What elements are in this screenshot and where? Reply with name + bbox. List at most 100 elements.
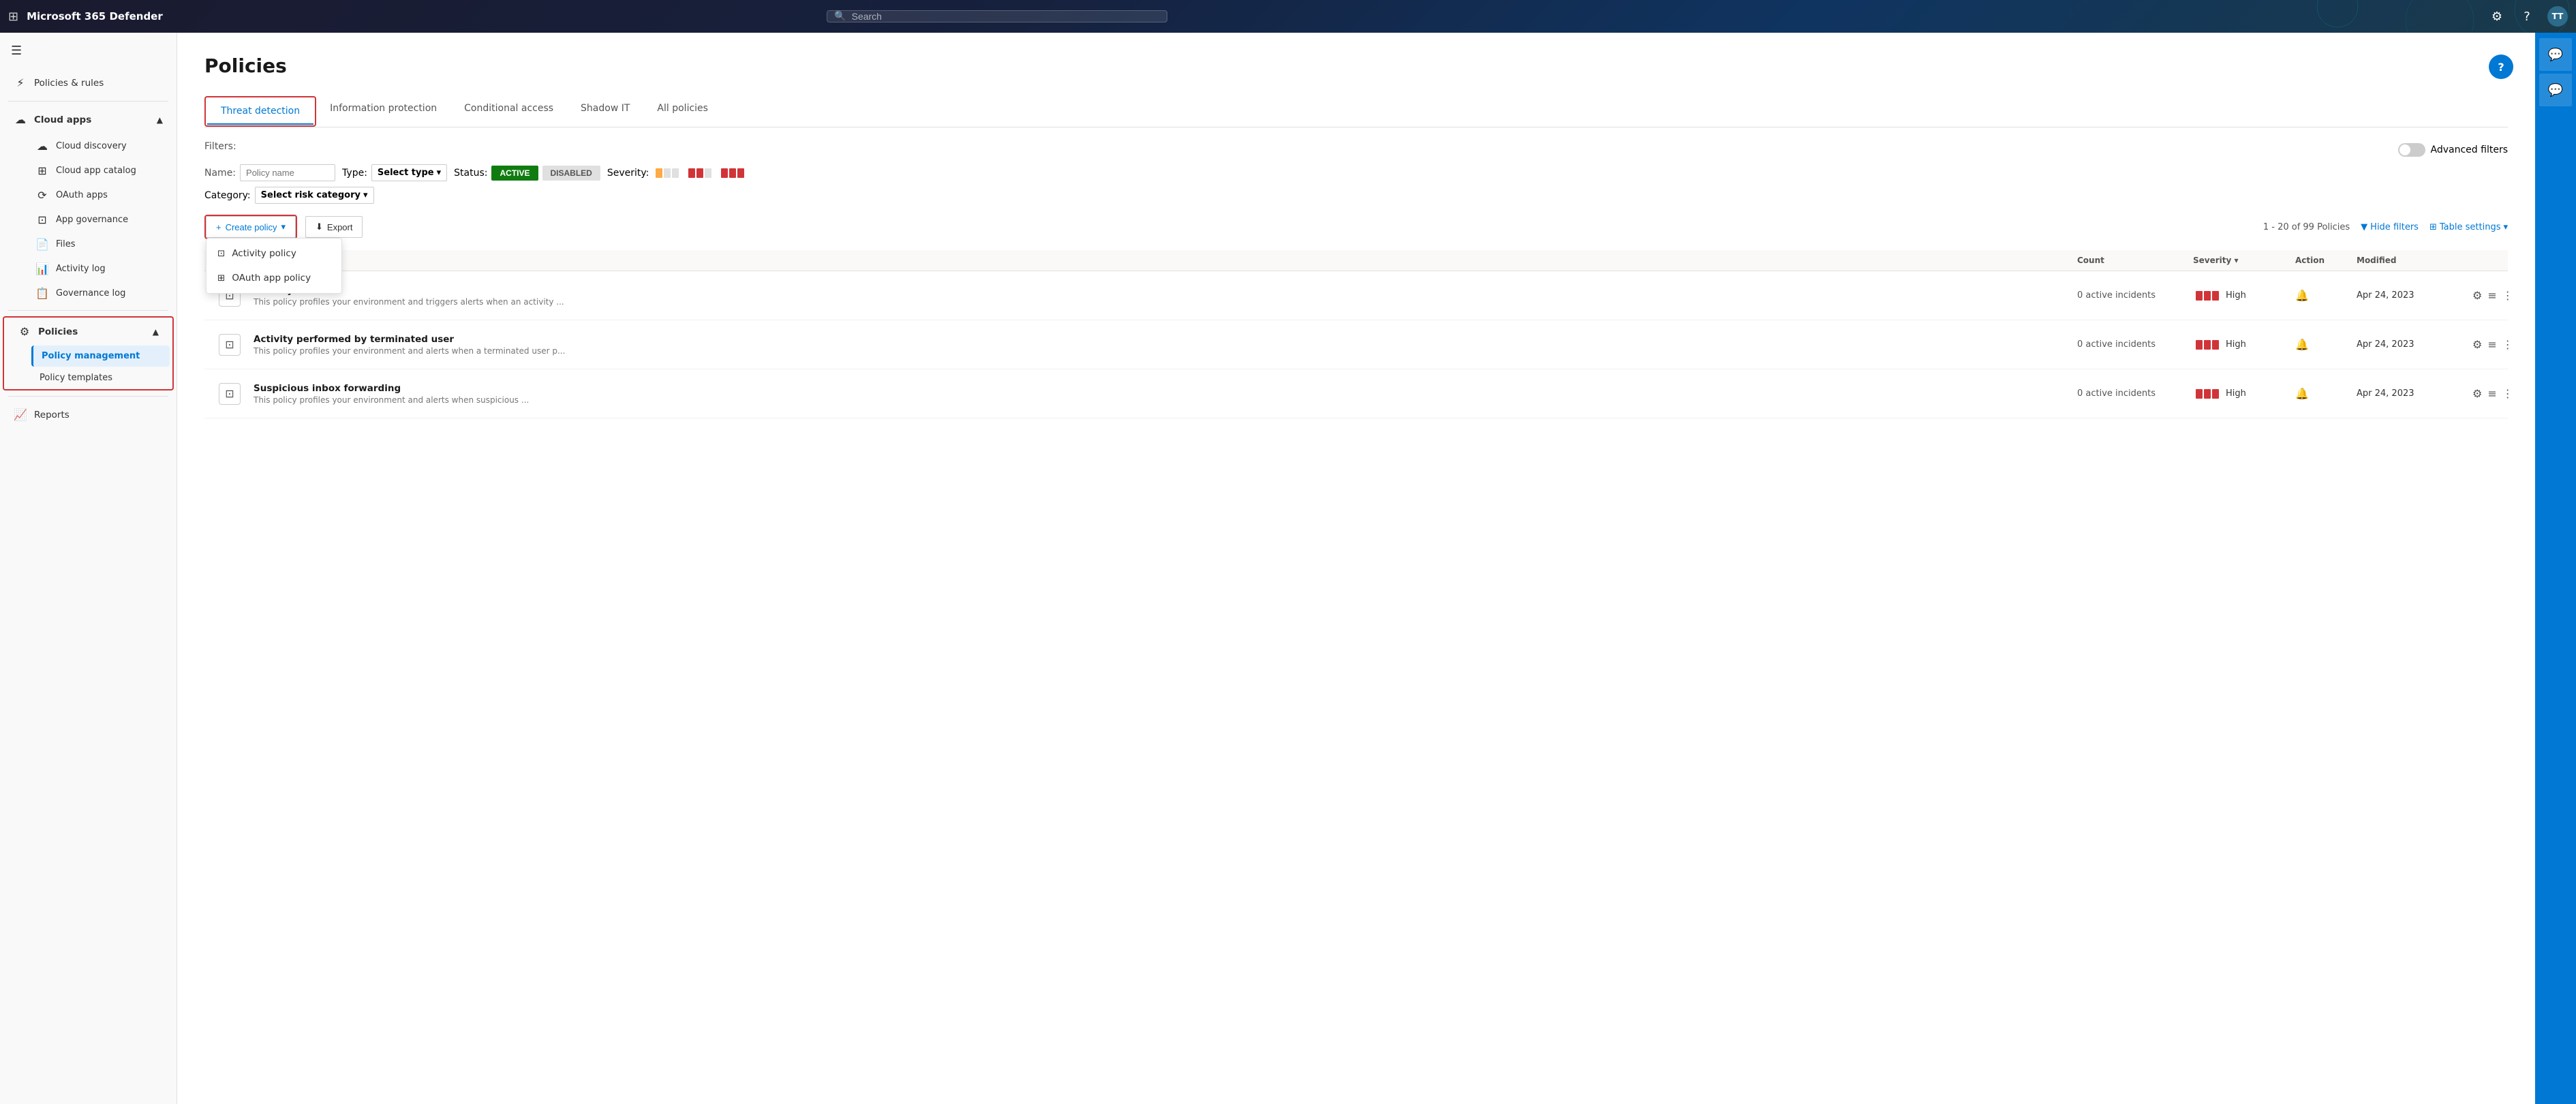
cloud-discovery-icon: ☁ xyxy=(35,140,49,153)
severity-indicator-3 xyxy=(2193,386,2222,401)
type-select[interactable]: Select type ▾ xyxy=(371,164,447,181)
row-settings-icon-2[interactable]: ⚙ xyxy=(2472,338,2482,351)
files-icon: 📄 xyxy=(35,238,49,251)
toggle-switch[interactable] xyxy=(2398,143,2425,157)
severity-label: Severity: xyxy=(607,168,649,179)
activity-policy-icon: ⊡ xyxy=(217,248,225,259)
help-button[interactable]: ? xyxy=(2489,55,2513,79)
content-area: Policies ? Threat detection Information … xyxy=(177,33,2535,1104)
row-list-icon-1[interactable]: ≡ xyxy=(2487,289,2496,302)
row-actions-3: ⚙ ≡ ⋮ xyxy=(2472,387,2500,400)
row-count-3: 0 active incidents xyxy=(2077,388,2186,399)
severity-indicator-2 xyxy=(2193,337,2222,352)
severity-high[interactable] xyxy=(718,166,747,181)
export-button[interactable]: ⬇ Export xyxy=(305,216,363,238)
tab-information-protection[interactable]: Information protection xyxy=(316,96,450,127)
sidebar-cloud-apps-header[interactable]: ☁ Cloud apps ▲ xyxy=(3,106,174,133)
col-name-header: Name xyxy=(254,256,2070,265)
category-select[interactable]: Select risk category ▾ xyxy=(255,187,374,204)
tab-shadow-it[interactable]: Shadow IT xyxy=(567,96,643,127)
plus-icon: + xyxy=(216,222,221,232)
chat-button-2[interactable]: 💬 xyxy=(2539,74,2572,106)
status-disabled-btn[interactable]: DISABLED xyxy=(542,166,600,181)
sidebar: ☰ ⚡ Policies & rules ☁ Cloud apps ▲ ☁ Cl… xyxy=(0,33,177,1104)
divider xyxy=(8,101,168,102)
create-policy-wrapper: + Create policy ▾ ⊡ Activity policy ⊞ OA… xyxy=(204,215,297,239)
tab-conditional-access[interactable]: Conditional access xyxy=(450,96,567,127)
sidebar-item-app-governance[interactable]: ⊡ App governance xyxy=(27,208,174,232)
sidebar-item-reports[interactable]: 📈 Reports xyxy=(3,401,174,428)
severity-medium[interactable] xyxy=(686,166,714,181)
row-name-2: Activity performed by terminated user Th… xyxy=(254,334,2070,356)
sidebar-item-files[interactable]: 📄 Files xyxy=(27,232,174,256)
sidebar-item-policies-rules[interactable]: ⚡ Policies & rules xyxy=(3,70,174,96)
sidebar-item-policy-templates[interactable]: Policy templates xyxy=(31,367,170,388)
dropdown-activity-policy[interactable]: ⊡ Activity policy xyxy=(206,241,341,266)
sidebar-item-oauth-apps[interactable]: ⟳ OAuth apps xyxy=(27,183,174,207)
create-policy-button[interactable]: + Create policy ▾ xyxy=(206,216,296,238)
filter-name-input[interactable] xyxy=(240,164,335,181)
toggle-knob xyxy=(2399,144,2410,155)
sidebar-item-cloud-discovery[interactable]: ☁ Cloud discovery xyxy=(27,134,174,158)
status-active-btn[interactable]: ACTIVE xyxy=(491,166,538,181)
row-severity-1: High xyxy=(2193,288,2288,303)
row-list-icon-3[interactable]: ≡ xyxy=(2487,387,2496,400)
row-list-icon-2[interactable]: ≡ xyxy=(2487,338,2496,351)
filters-row-2: Name: Type: Select type ▾ Status: ACTIVE… xyxy=(204,164,2508,181)
category-label: Category: xyxy=(204,190,251,201)
table-settings-link[interactable]: ⊞ Table settings ▾ xyxy=(2429,222,2508,232)
row-more-icon-1[interactable]: ⋮ xyxy=(2502,289,2513,302)
hamburger-icon[interactable]: ☰ xyxy=(0,33,177,69)
row-settings-icon-1[interactable]: ⚙ xyxy=(2472,289,2482,302)
grid-icon[interactable]: ⊞ xyxy=(8,10,18,24)
severity-low[interactable] xyxy=(653,166,681,181)
policies-icon: ⚙ xyxy=(18,325,31,338)
oauth-app-policy-label: OAuth app policy xyxy=(232,273,311,283)
chevron-down-icon: ▾ xyxy=(437,168,442,178)
cloud-app-catalog-icon: ⊞ xyxy=(35,164,49,177)
row-name-3: Suspicious inbox forwarding This policy … xyxy=(254,383,2070,405)
filters-section: Filters: Advanced filters Name: Type: xyxy=(204,141,2508,204)
divider3 xyxy=(8,396,168,397)
filter-name-label: Name: xyxy=(204,168,236,179)
toolbar: + Create policy ▾ ⊡ Activity policy ⊞ OA… xyxy=(204,215,2508,239)
dropdown-menu: ⊡ Activity policy ⊞ OAuth app policy xyxy=(206,238,342,294)
table-row: ⊡ Suspicious inbox forwarding This polic… xyxy=(204,369,2508,418)
sidebar-item-cloud-app-catalog[interactable]: ⊞ Cloud app catalog xyxy=(27,159,174,183)
sidebar-item-activity-log[interactable]: 📊 Activity log xyxy=(27,257,174,281)
search-input[interactable] xyxy=(852,11,1161,22)
tab-all-policies[interactable]: All policies xyxy=(643,96,722,127)
tab-threat-detection[interactable]: Threat detection xyxy=(207,99,313,125)
tabs: Threat detection Information protection … xyxy=(204,96,2508,127)
filters-row-3: Category: Select risk category ▾ xyxy=(204,187,2508,204)
sidebar-item-governance-log[interactable]: 📋 Governance log xyxy=(27,281,174,305)
row-settings-icon-3[interactable]: ⚙ xyxy=(2472,387,2482,400)
row-more-icon-3[interactable]: ⋮ xyxy=(2502,387,2513,400)
row-action-1: 🔔 xyxy=(2295,289,2350,302)
filter-type: Type: Select type ▾ xyxy=(342,164,447,181)
activity-policy-label: Activity policy xyxy=(232,248,296,259)
chat-button[interactable]: 💬 xyxy=(2539,38,2572,71)
sidebar-policies-header[interactable]: ⚙ Policies ▲ xyxy=(7,318,170,345)
row-more-icon-2[interactable]: ⋮ xyxy=(2502,338,2513,351)
col-action-header: Action xyxy=(2295,256,2350,265)
advanced-filters-toggle[interactable]: Advanced filters xyxy=(2398,143,2508,157)
sidebar-item-policy-management[interactable]: Policy management xyxy=(31,346,170,367)
count-info: 1 - 20 of 99 Policies xyxy=(2263,222,2350,232)
dropdown-oauth-app-policy[interactable]: ⊞ OAuth app policy xyxy=(206,266,341,290)
table-row: ⊡ Activity This policy profiles your env… xyxy=(204,271,2508,320)
col-severity-header[interactable]: Severity ▾ xyxy=(2193,256,2288,265)
policy-icon-3: ⊡ xyxy=(219,383,241,405)
help-icon[interactable]: ? xyxy=(2517,7,2536,26)
search-bar[interactable]: 🔍 xyxy=(827,10,1167,22)
filter-icon: ▼ xyxy=(2361,222,2367,232)
policies-sub: Policy management Policy templates xyxy=(4,346,172,388)
filter-category: Category: Select risk category ▾ xyxy=(204,187,374,204)
row-action-3: 🔔 xyxy=(2295,387,2350,400)
settings-icon[interactable]: ⚙ xyxy=(2487,7,2506,26)
avatar[interactable]: TT xyxy=(2547,6,2568,27)
chevron-up-icon: ▲ xyxy=(157,115,163,125)
row-action-2: 🔔 xyxy=(2295,338,2350,351)
hide-filters-link[interactable]: ▼ Hide filters xyxy=(2361,222,2419,232)
table-row: ⊡ Activity performed by terminated user … xyxy=(204,320,2508,369)
